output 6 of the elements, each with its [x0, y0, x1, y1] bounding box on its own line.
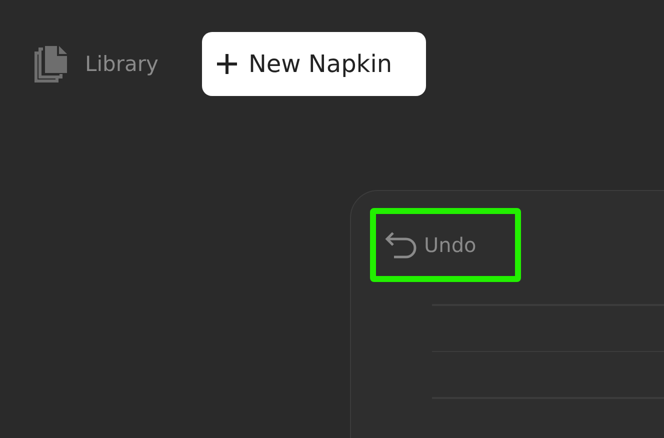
plus-icon — [216, 53, 238, 75]
documents-icon — [33, 45, 69, 83]
undo-icon — [384, 231, 418, 259]
undo-button[interactable]: Undo — [384, 231, 476, 259]
new-napkin-button[interactable]: New Napkin — [202, 32, 426, 96]
library-link[interactable]: Library — [33, 45, 158, 83]
